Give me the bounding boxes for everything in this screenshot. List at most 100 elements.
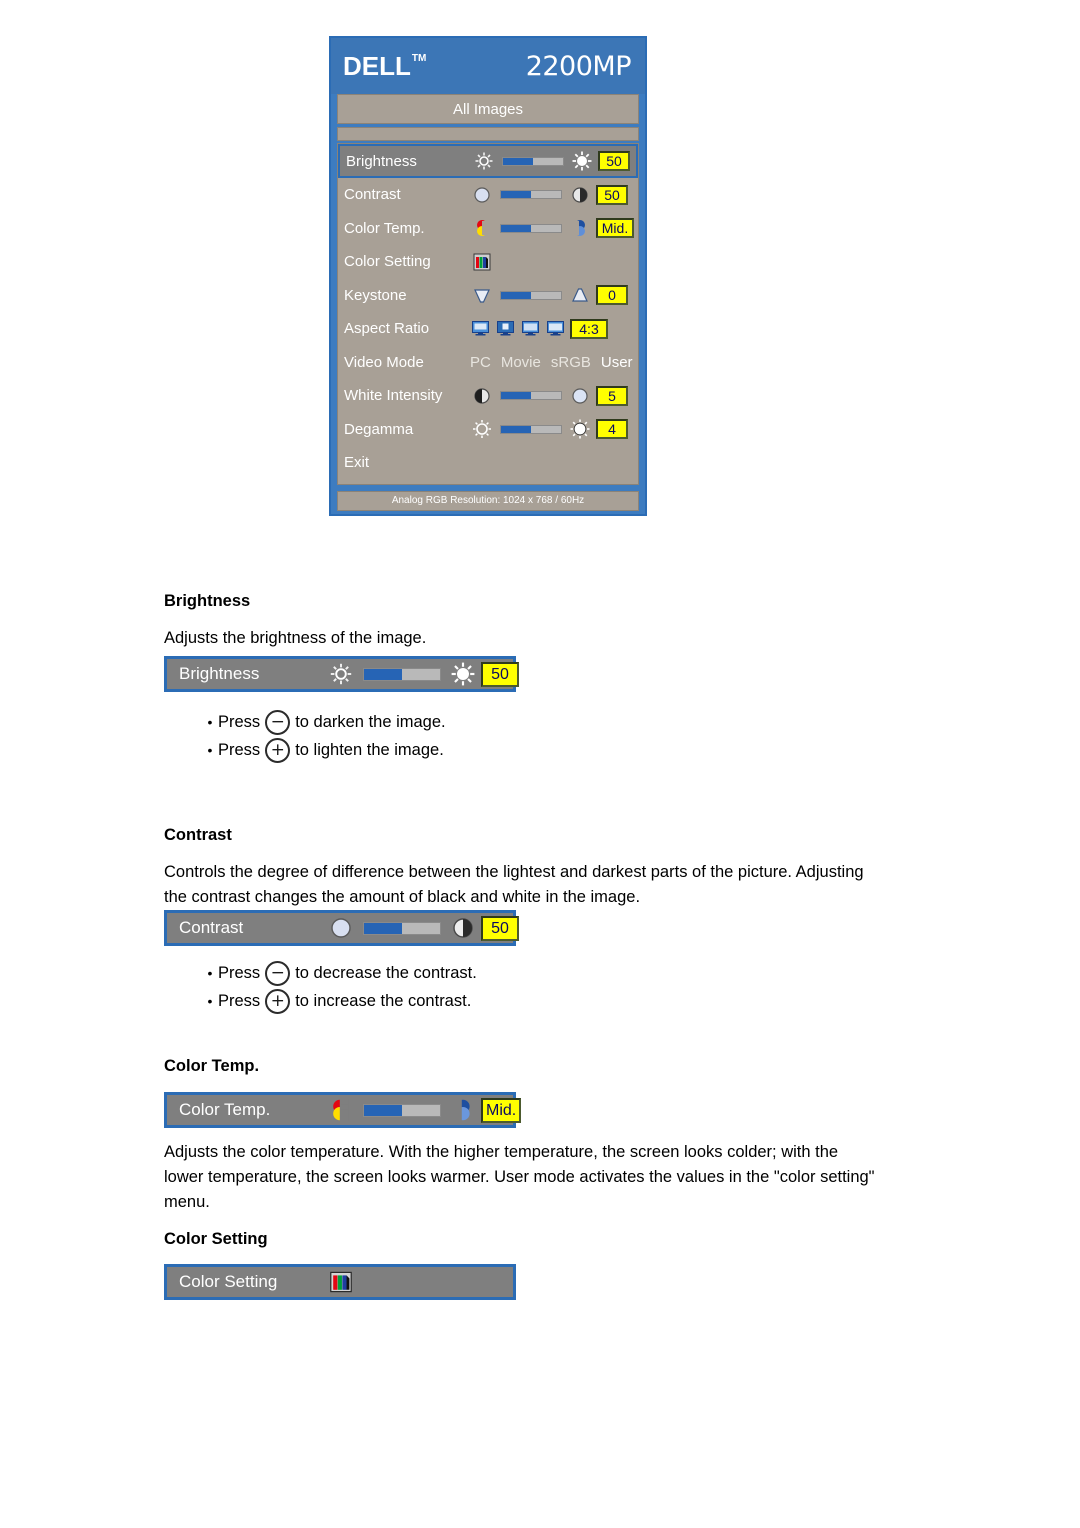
circle-half-icon — [451, 916, 475, 940]
osd-subbar — [337, 127, 639, 141]
video-mode-movie[interactable]: Movie — [501, 354, 541, 371]
keystone-up-icon — [570, 285, 590, 305]
aspect-ratio-value: 4:3 — [570, 318, 608, 339]
contrast-value: 50 — [596, 184, 628, 205]
plus-button-icon[interactable]: + — [265, 988, 291, 1014]
osd-row-contrast[interactable]: Contrast 50 — [338, 178, 638, 212]
osd-row-exit[interactable]: Exit — [338, 446, 638, 480]
paragraph-brightness: Adjusts the brightness of the image. — [164, 629, 427, 647]
list-item: • Press + to lighten the image. — [202, 736, 446, 764]
trademark-symbol: TM — [411, 53, 427, 64]
bar-figure-contrast: Contrast 50 — [164, 910, 519, 946]
osd-row-controls: PC Movie sRGB User — [470, 354, 638, 371]
osd-row-controls: 5 — [472, 385, 638, 406]
bar-label: Contrast — [179, 918, 244, 937]
tab-all-images[interactable]: All Images — [337, 94, 639, 124]
list-item: • Press − to decrease the contrast. — [202, 959, 477, 987]
white-intensity-value: 5 — [596, 385, 628, 406]
bar-controls: Mid. — [329, 1097, 522, 1123]
osd-screenshot-main: DELL TM 2200MP All Images Brightness 50 C… — [329, 36, 647, 516]
osd-row-color-setting[interactable]: Color Setting — [338, 245, 638, 279]
rgb-bars-icon — [329, 1270, 353, 1294]
screen-normal-icon[interactable] — [522, 321, 539, 336]
osd-row-controls: 4:3 — [472, 318, 638, 339]
osd-row-controls: 4 — [472, 419, 638, 440]
contrast-slider[interactable] — [500, 190, 562, 200]
brightness-slider[interactable] — [363, 667, 441, 681]
degamma-slider[interactable] — [500, 424, 562, 434]
osd-row-controls: Mid. — [472, 218, 638, 239]
sun-large-icon — [451, 662, 475, 686]
brightness-slider[interactable] — [502, 156, 564, 166]
osd-row-brightness[interactable]: Brightness 50 — [338, 144, 638, 178]
degamma-value: 4 — [596, 419, 628, 440]
bar-label: Color Temp. — [179, 1100, 271, 1119]
white-intensity-slider[interactable] — [500, 391, 562, 401]
keystone-value: 0 — [596, 285, 628, 306]
bullets-brightness: • Press − to darken the image. • Press +… — [202, 708, 446, 764]
bar-figure-color-setting: Color Setting — [164, 1264, 516, 1300]
bar-controls — [329, 1270, 353, 1294]
video-mode-pc[interactable]: PC — [470, 354, 491, 371]
circle-light-icon — [472, 185, 492, 205]
keystone-down-icon — [472, 285, 492, 305]
color-temp-value: Mid. — [481, 1097, 522, 1123]
sun-small-icon — [474, 151, 494, 171]
osd-row-white-intensity[interactable]: White Intensity 5 — [338, 379, 638, 413]
osd-row-label: Color Setting — [344, 253, 431, 271]
sun-large-icon — [572, 151, 592, 171]
bullet-text-after: to decrease the contrast. — [295, 964, 477, 982]
minus-button-icon[interactable]: − — [265, 960, 291, 986]
osd-row-label: Degamma — [344, 420, 414, 438]
screen-wide-icon[interactable] — [472, 321, 489, 336]
cold-color-icon — [451, 1098, 475, 1122]
minus-button-icon[interactable]: − — [265, 709, 291, 735]
paragraph-color-temp: Adjusts the color temperature. With the … — [164, 1143, 875, 1211]
osd-row-label: Keystone — [344, 286, 407, 304]
circle-half-icon — [570, 185, 590, 205]
osd-status-bar: Analog RGB Resolution: 1024 x 768 / 60Hz — [337, 490, 639, 511]
keystone-slider[interactable] — [500, 290, 562, 300]
model-name: 2200MP — [525, 50, 632, 82]
bullet-text-after: to darken the image. — [295, 713, 446, 731]
paragraph-contrast: Controls the degree of difference betwee… — [164, 863, 864, 906]
color-temp-slider[interactable] — [363, 1103, 441, 1117]
bullet-text-before: Press — [218, 741, 261, 759]
plus-button-icon[interactable]: + — [265, 737, 291, 763]
bullet-text-before: Press — [218, 713, 261, 731]
contrast-value: 50 — [481, 915, 519, 941]
osd-menu-list: Brightness 50 Contrast 50 Color Temp. Mi… — [337, 143, 639, 485]
circle-light-icon — [570, 386, 590, 406]
bullet-dot: • — [207, 742, 213, 758]
bullet-text-after: to lighten the image. — [295, 741, 444, 759]
heading-color-temp: Color Temp. — [164, 1057, 260, 1075]
rgb-bars-icon — [472, 252, 492, 272]
bullet-text-after: to increase the contrast. — [295, 992, 472, 1010]
osd-row-controls: 50 — [472, 184, 638, 205]
video-mode-user[interactable]: User — [601, 354, 633, 371]
circle-half-icon — [472, 386, 492, 406]
bar-figure-color-temp: Color Temp. Mid. — [164, 1092, 522, 1128]
bar-figure-brightness: Brightness 50 — [164, 656, 519, 692]
osd-row-color-temp[interactable]: Color Temp. Mid. — [338, 212, 638, 246]
bullet-text-before: Press — [218, 964, 261, 982]
osd-row-keystone[interactable]: Keystone 0 — [338, 279, 638, 313]
bar-label: Brightness — [179, 664, 260, 683]
heading-brightness: Brightness — [164, 592, 251, 610]
osd-row-aspect-ratio[interactable]: Aspect Ratio 4:3 — [338, 312, 638, 346]
osd-row-degamma[interactable]: Degamma 4 — [338, 413, 638, 447]
bullet-text-before: Press — [218, 992, 261, 1010]
screen-split-icon[interactable] — [497, 321, 514, 336]
bar-controls: 50 — [329, 661, 519, 687]
list-item: • Press − to darken the image. — [202, 708, 446, 736]
brightness-value: 50 — [481, 661, 519, 687]
video-mode-srgb[interactable]: sRGB — [551, 354, 591, 371]
color-temp-slider[interactable] — [500, 223, 562, 233]
osd-row-video-mode[interactable]: Video Mode PC Movie sRGB User — [338, 346, 638, 380]
osd-tab-wrap: All Images — [331, 94, 645, 124]
video-mode-options: PC Movie sRGB User — [470, 354, 633, 371]
screen-plain-icon[interactable] — [547, 321, 564, 336]
contrast-slider[interactable] — [363, 921, 441, 935]
bar-controls: 50 — [329, 915, 519, 941]
bullet-dot: • — [207, 714, 213, 730]
